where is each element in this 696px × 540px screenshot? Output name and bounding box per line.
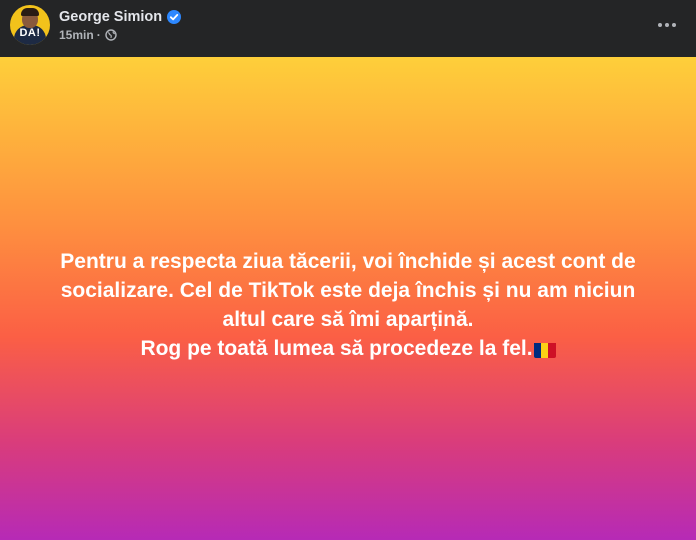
ellipsis-dot [658,23,662,27]
post-text: Pentru a respecta ziua tăcerii, voi înch… [18,247,678,363]
more-options-button[interactable] [652,10,682,40]
ellipsis-dot [672,23,676,27]
avatar-hair [21,8,39,16]
meta-separator: · [96,28,101,42]
facebook-post: DA! George Simion 15min · Pentru a respe… [0,0,696,540]
post-text-line: Rog pe toată lumea să procedeze la fel. [140,336,533,360]
post-text-line: altul care să îmi aparțină. [222,307,474,331]
post-header: DA! George Simion 15min · [0,0,696,57]
verified-badge-icon [167,10,182,24]
author-name[interactable]: George Simion [59,9,162,25]
post-timestamp[interactable]: 15min [59,28,94,42]
romania-flag-icon [533,340,556,358]
author-row: George Simion [59,8,182,26]
post-text-background: Pentru a respecta ziua tăcerii, voi înch… [0,57,696,540]
post-text-line: Pentru a respecta ziua tăcerii, voi înch… [60,249,636,273]
post-meta: 15min · [59,27,117,43]
avatar-logo-text: DA! [19,27,41,39]
globe-icon[interactable] [104,29,117,41]
post-text-line-final: Rog pe toată lumea să procedeze la fel. [18,334,678,363]
avatar[interactable]: DA! [10,5,50,45]
post-text-line: socializare. Cel de TikTok este deja înc… [60,278,636,302]
ellipsis-dot [665,23,669,27]
